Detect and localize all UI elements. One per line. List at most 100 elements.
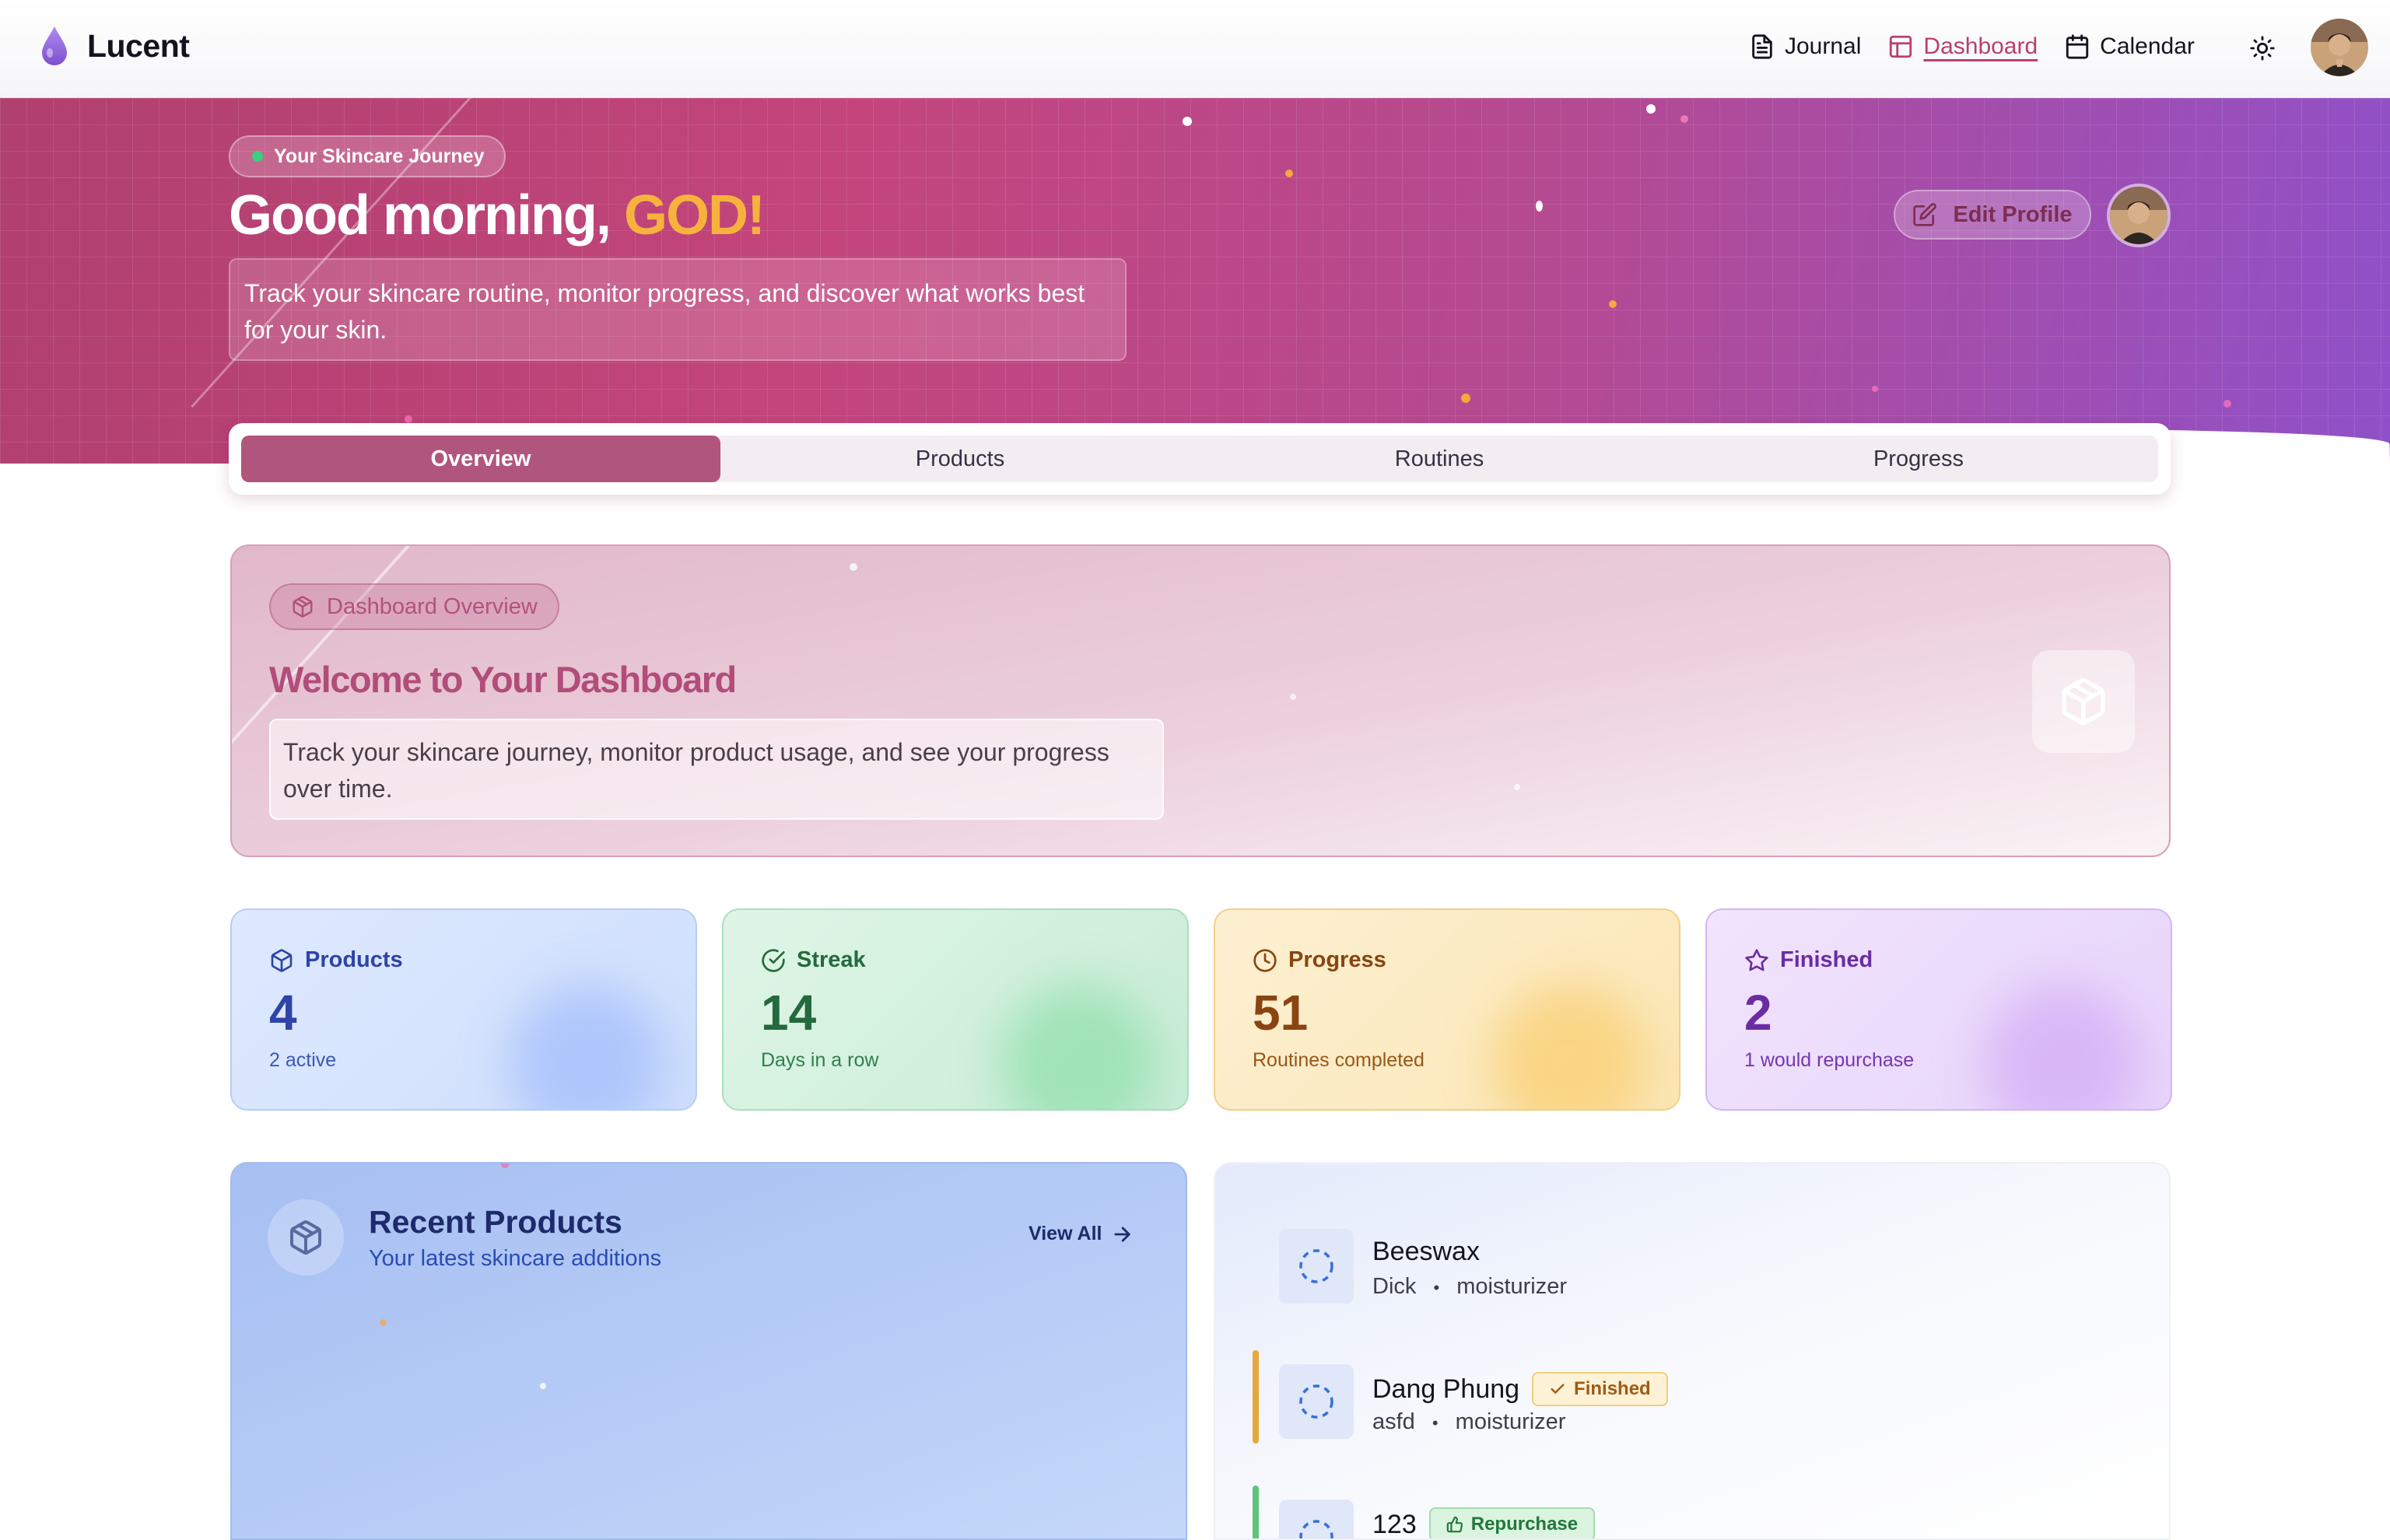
sparkle-dot <box>1514 784 1520 790</box>
sparkle-dot <box>1290 694 1296 700</box>
sparkle-dot <box>1461 394 1470 403</box>
sparkle-dot <box>540 1383 546 1389</box>
package-icon <box>271 948 293 972</box>
sparkle-dot <box>1609 300 1617 308</box>
brand[interactable]: Lucent <box>39 23 190 68</box>
tab-progress[interactable]: Progress <box>1679 436 2158 482</box>
product-meta: Dick • moisturizer <box>1372 1274 1567 1300</box>
product-brand: Dick <box>1372 1274 1417 1299</box>
dashboard-tabs: Overview Products Routines Progress <box>229 423 2171 495</box>
status-dot <box>252 151 263 162</box>
loader-icon <box>1299 1249 1333 1283</box>
stat-label: Finished <box>1744 947 2133 973</box>
sparkle-dot <box>501 1164 509 1168</box>
package-icon <box>2062 677 2105 726</box>
sparkle-dot <box>380 1319 387 1326</box>
sparkle-dot <box>1285 170 1293 177</box>
product-name: 123 <box>1372 1509 1417 1539</box>
nav-dashboard-label: Dashboard <box>1923 33 2038 59</box>
product-thumbnail <box>1279 1500 1354 1538</box>
product-name-row: 123 Repurchase <box>1372 1507 1596 1539</box>
check-icon <box>1551 1384 1565 1394</box>
list-item[interactable]: Dang Phung Finished asfd • moisturizer <box>1253 1350 2132 1444</box>
user-avatar[interactable] <box>2311 19 2368 76</box>
view-all-link[interactable]: View All <box>1029 1223 1133 1245</box>
sparkle-dot <box>1680 115 1688 123</box>
tab-products[interactable]: Products <box>720 436 1200 482</box>
greeting-heading: Good morning, GOD! <box>229 184 766 247</box>
journey-pill-label: Your Skincare Journey <box>274 145 485 167</box>
main-nav: Journal Dashboard Calendar <box>1749 28 2195 65</box>
welcome-package-tile <box>2032 650 2135 753</box>
recent-products-panel: Recent Products Your latest skincare add… <box>230 1162 1187 1540</box>
recent-products-title: Recent Products <box>369 1204 622 1240</box>
stat-label: Products <box>269 947 658 973</box>
stat-label: Progress <box>1253 947 1642 973</box>
edit-profile-label: Edit Profile <box>1953 201 2073 227</box>
edit-profile-button[interactable]: Edit Profile <box>1894 190 2091 240</box>
stat-card-finished[interactable]: Finished 2 1 would repurchase <box>1705 908 2172 1111</box>
product-meta: asfd • moisturizer <box>1372 1409 1565 1435</box>
meta-separator: • <box>1433 1278 1440 1297</box>
repurchase-accent-bar <box>1253 1486 1259 1538</box>
tabs-track: Overview Products Routines Progress <box>241 436 2158 482</box>
view-all-label: View All <box>1029 1223 1102 1244</box>
avatar-photo <box>2311 19 2368 76</box>
stat-card-streak[interactable]: Streak 14 Days in a row <box>722 908 1189 1111</box>
product-name-row: Dang Phung Finished <box>1372 1372 1668 1406</box>
product-thumbnail <box>1279 1364 1354 1439</box>
badge-label: Repurchase <box>1470 1514 1579 1535</box>
stat-card-products[interactable]: Products 4 2 active <box>230 908 697 1111</box>
product-name: Beeswax <box>1372 1237 1480 1266</box>
list-item[interactable]: 123 Repurchase <box>1253 1486 2132 1539</box>
check-circle-icon <box>762 948 785 972</box>
finished-badge: Finished <box>1532 1372 1668 1406</box>
welcome-card: Dashboard Overview Welcome to Your Dashb… <box>230 544 2171 857</box>
package-icon <box>290 1220 321 1255</box>
hero-description: Track your skincare routine, monitor pro… <box>229 258 1127 361</box>
product-brand: asfd <box>1372 1409 1415 1434</box>
loader-icon <box>1299 1520 1333 1538</box>
stat-label-text: Products <box>305 947 403 972</box>
greeting-text: Good morning, <box>229 184 612 247</box>
star-icon <box>1745 948 1768 971</box>
sparkle-dot <box>2224 400 2231 408</box>
nav-dashboard-link[interactable]: Dashboard <box>1887 28 2038 65</box>
list-item[interactable]: Beeswax Dick • moisturizer <box>1253 1215 2132 1308</box>
tab-routines[interactable]: Routines <box>1200 436 1679 482</box>
product-thumbnail <box>1279 1229 1354 1304</box>
recent-products-subtitle: Your latest skincare additions <box>369 1246 662 1271</box>
journey-pill: Your Skincare Journey <box>229 135 506 177</box>
droplet-logo-icon <box>42 26 67 65</box>
profile-avatar[interactable] <box>2107 184 2171 247</box>
edit-icon <box>1913 203 1937 226</box>
sparkle-dot <box>1536 201 1543 212</box>
product-category: moisturizer <box>1455 1409 1566 1434</box>
stat-label: Streak <box>761 947 1150 973</box>
tab-overview[interactable]: Overview <box>241 436 720 482</box>
stat-label-text: Finished <box>1780 947 1873 972</box>
stat-card-progress[interactable]: Progress 51 Routines completed <box>1214 908 1680 1111</box>
loader-icon <box>1299 1384 1333 1419</box>
thumbs-up-icon <box>1446 1516 1463 1533</box>
nav-calendar-link[interactable]: Calendar <box>2064 28 2195 65</box>
layout-icon <box>1890 35 1912 58</box>
welcome-title: Welcome to Your Dashboard <box>269 659 737 700</box>
app-name: Lucent <box>87 27 190 64</box>
nav-journal-label: Journal <box>1785 33 1862 59</box>
clock-icon <box>1253 948 1277 972</box>
theme-toggle-button[interactable] <box>2245 31 2280 65</box>
product-list: Beeswax Dick • moisturizer Dang Phung Fi… <box>1214 1162 2171 1540</box>
finished-accent-bar <box>1253 1350 1259 1444</box>
stat-label-text: Progress <box>1288 947 1386 972</box>
package-icon <box>293 596 313 618</box>
calendar-icon <box>2066 34 2089 59</box>
product-category: moisturizer <box>1456 1274 1568 1299</box>
user-name: GOD! <box>623 184 766 247</box>
sparkle-dot <box>1646 104 1656 114</box>
nav-journal-link[interactable]: Journal <box>1749 28 1861 65</box>
stat-label-text: Streak <box>797 947 866 972</box>
welcome-description: Track your skincare journey, monitor pro… <box>269 719 1164 820</box>
badge-label: Finished <box>1574 1378 1651 1399</box>
product-name: Dang Phung <box>1372 1374 1520 1404</box>
